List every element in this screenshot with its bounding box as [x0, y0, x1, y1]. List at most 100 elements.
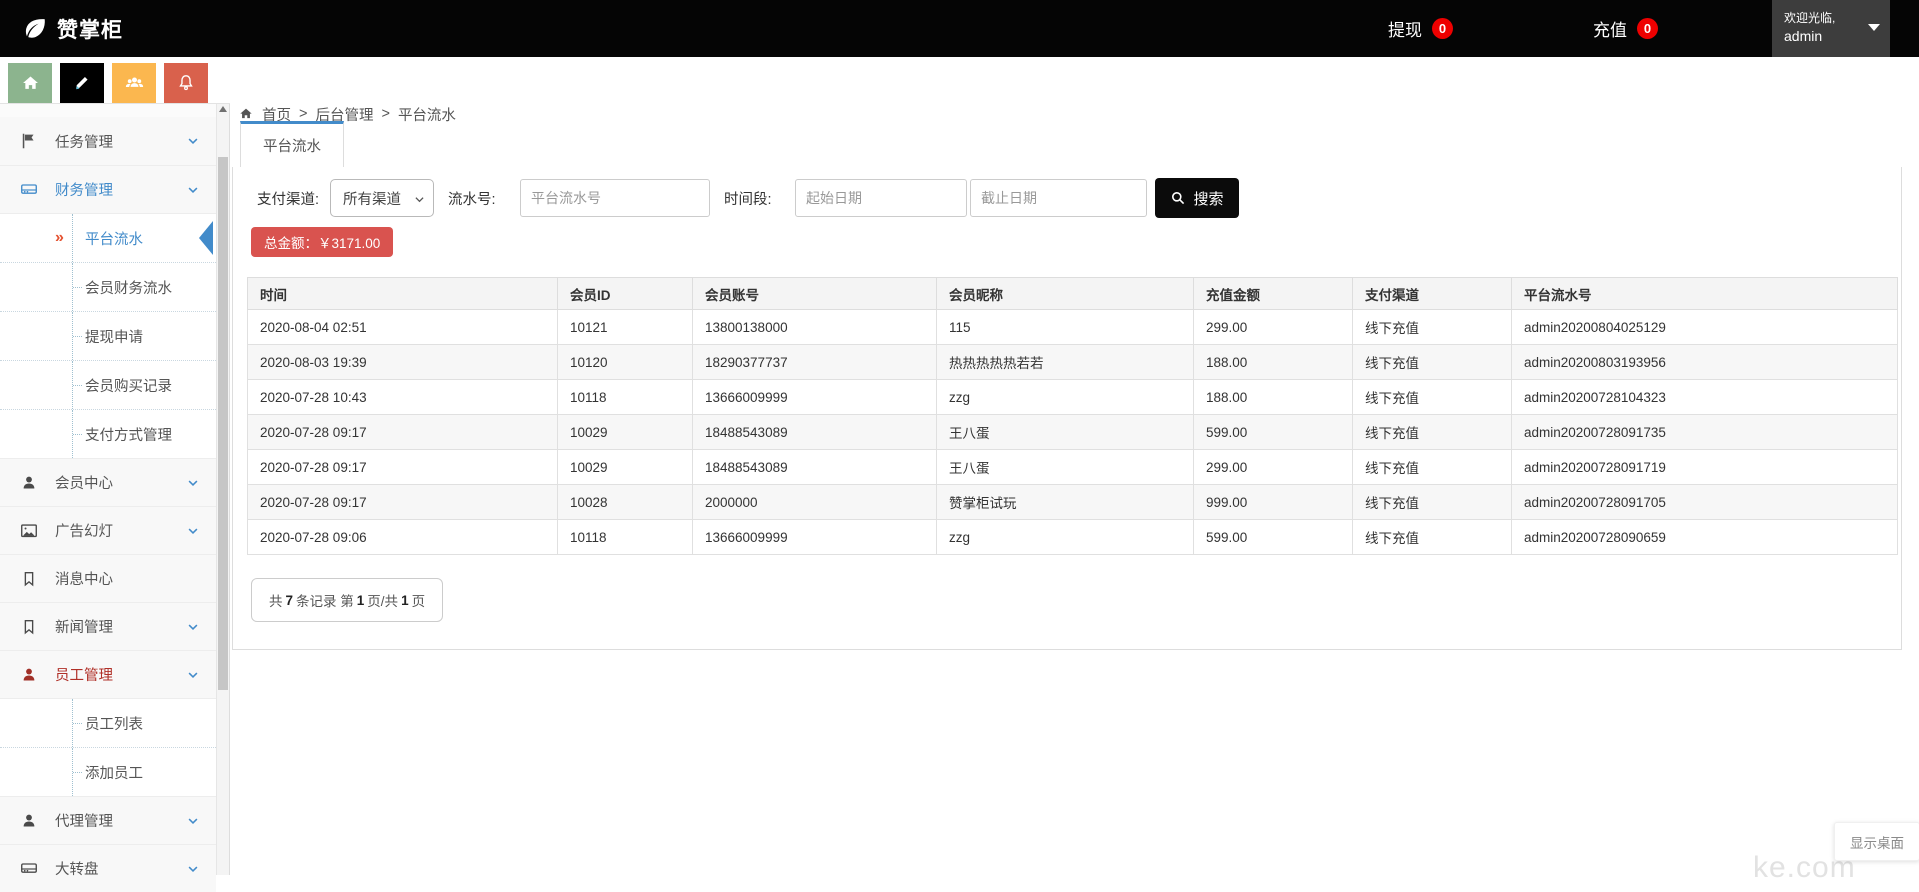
breadcrumb-separator: >: [381, 106, 389, 122]
user-menu[interactable]: 欢迎光临, admin: [1772, 0, 1890, 57]
sidebar-subitem-platform-flow[interactable]: 平台流水: [0, 214, 216, 262]
bell-icon: [175, 72, 197, 94]
breadcrumb-separator: >: [299, 106, 307, 122]
members-button[interactable]: [112, 63, 156, 103]
table-cell: 599.00: [1194, 520, 1353, 555]
bookmark-icon: [18, 616, 40, 638]
table-cell: 线下充值: [1353, 310, 1512, 345]
sidebar-item-label: 任务管理: [55, 131, 113, 152]
tab-platform-flow[interactable]: 平台流水: [240, 121, 344, 167]
table-header-row: 时间 会员ID 会员账号 会员昵称 充值金额 支付渠道 平台流水号: [248, 278, 1898, 310]
notifications-button[interactable]: [164, 63, 208, 103]
period-filter-label: 时间段:: [724, 179, 772, 217]
hdd-icon: [18, 858, 40, 880]
table-row: 2020-07-28 09:061011813666009999zzg599.0…: [248, 520, 1898, 555]
chevron-down-icon: [413, 193, 426, 210]
channel-select[interactable]: 所有渠道: [330, 179, 434, 217]
col-member-id: 会员ID: [558, 278, 693, 310]
sidebar-item-finance-mgmt[interactable]: 财务管理: [0, 165, 216, 213]
sidebar-item-member-center[interactable]: 会员中心: [0, 458, 216, 506]
table-row: 2020-08-04 02:511012113800138000115299.0…: [248, 310, 1898, 345]
home-icon: [20, 73, 41, 94]
recharge-label: 充值: [1593, 16, 1627, 41]
table-row: 2020-07-28 09:171002918488543089王八蛋299.0…: [248, 450, 1898, 485]
table-body: 2020-08-04 02:511012113800138000115299.0…: [248, 310, 1898, 555]
hdd-icon: [18, 179, 40, 201]
sidebar-subitem-withdraw-request[interactable]: 提现申请: [0, 311, 216, 360]
scroll-up-button[interactable]: [216, 106, 230, 118]
table-cell: 188.00: [1194, 380, 1353, 415]
table-cell: 10120: [558, 345, 693, 380]
col-platform-serial: 平台流水号: [1512, 278, 1898, 310]
table-cell: 线下充值: [1353, 415, 1512, 450]
scrollbar-thumb[interactable]: [218, 157, 228, 690]
table-cell: 188.00: [1194, 345, 1353, 380]
table-cell: 赞掌柜试玩: [937, 485, 1194, 520]
search-button-label: 搜索: [1193, 188, 1223, 209]
table-cell: admin20200728104323: [1512, 380, 1898, 415]
table-cell: 18488543089: [693, 450, 937, 485]
table-cell: 13666009999: [693, 520, 937, 555]
sidebar-item-big-wheel[interactable]: 大转盘: [0, 844, 216, 892]
sidebar-subitem-member-finance-flow[interactable]: 会员财务流水: [0, 262, 216, 311]
channel-select-value: 所有渠道: [343, 188, 401, 209]
table-cell: 18488543089: [693, 415, 937, 450]
chevron-down-icon: [186, 668, 200, 687]
table-cell: 线下充值: [1353, 380, 1512, 415]
sidebar-subitem-label: 支付方式管理: [85, 424, 172, 445]
sidebar: 任务管理 财务管理 平台流水 会员财务流水 提现申请: [0, 104, 216, 875]
sidebar-subitem-label: 会员财务流水: [85, 277, 172, 298]
table-row: 2020-07-28 09:171002918488543089王八蛋599.0…: [248, 415, 1898, 450]
sidebar-item-staff-mgmt[interactable]: 员工管理: [0, 650, 216, 698]
col-member-nickname: 会员昵称: [937, 278, 1194, 310]
withdraw-label: 提现: [1388, 16, 1422, 41]
table-cell: 18290377737: [693, 345, 937, 380]
sidebar-item-label: 大转盘: [55, 858, 99, 879]
flow-table: 时间 会员ID 会员账号 会员昵称 充值金额 支付渠道 平台流水号 2020-0…: [247, 277, 1898, 555]
pagination-current-page: 1: [357, 593, 365, 608]
chevron-down-icon: [186, 814, 200, 833]
table-cell: 2020-07-28 09:17: [248, 415, 558, 450]
table-cell: 10118: [558, 380, 693, 415]
table-cell: admin20200728091735: [1512, 415, 1898, 450]
home-button[interactable]: [8, 63, 52, 103]
user-icon: [18, 472, 40, 494]
search-button[interactable]: 搜索: [1155, 178, 1239, 218]
table-cell: 13800138000: [693, 310, 937, 345]
serial-filter-label: 流水号:: [448, 179, 496, 217]
topbar-recharge-link[interactable]: 充值 0: [1593, 0, 1658, 57]
sidebar-item-agent-mgmt[interactable]: 代理管理: [0, 796, 216, 844]
sidebar-subitem-payment-method-mgmt[interactable]: 支付方式管理: [0, 409, 216, 458]
table-cell: 线下充值: [1353, 520, 1512, 555]
table-cell: 热热热热热若若: [937, 345, 1194, 380]
show-desktop-tooltip: 显示桌面: [1834, 822, 1919, 861]
serial-input[interactable]: [520, 179, 710, 217]
chevron-down-icon: [186, 620, 200, 639]
sidebar-item-message-center[interactable]: 消息中心: [0, 554, 216, 602]
sidebar-subitem-staff-add[interactable]: 添加员工: [0, 747, 216, 796]
topbar-withdraw-link[interactable]: 提现 0: [1388, 0, 1453, 57]
start-date-input[interactable]: [795, 179, 967, 217]
table-cell: 线下充值: [1353, 450, 1512, 485]
table-cell: 2020-08-04 02:51: [248, 310, 558, 345]
sidebar-item-task-mgmt[interactable]: 任务管理: [0, 117, 216, 165]
sidebar-subitem-staff-list[interactable]: 员工列表: [0, 699, 216, 747]
col-recharge-amount: 充值金额: [1194, 278, 1353, 310]
home-icon: [238, 106, 254, 122]
end-date-input[interactable]: [970, 179, 1147, 217]
edit-button[interactable]: [60, 63, 104, 103]
sidebar-subitem-member-purchase-records[interactable]: 会员购买记录: [0, 360, 216, 409]
sidebar-item-label: 代理管理: [55, 810, 113, 831]
sidebar-item-ad-slides[interactable]: 广告幻灯: [0, 506, 216, 554]
quick-icon-bar: [0, 57, 230, 104]
table-cell: admin20200728090659: [1512, 520, 1898, 555]
table-cell: admin20200728091719: [1512, 450, 1898, 485]
sidebar-subitem-label: 提现申请: [85, 326, 143, 347]
sidebar-subitem-label: 会员购买记录: [85, 375, 172, 396]
chevron-down-icon: [186, 134, 200, 153]
table-cell: 10121: [558, 310, 693, 345]
pagination-text: 页: [412, 590, 426, 610]
table-cell: 线下充值: [1353, 345, 1512, 380]
sidebar-item-news-mgmt[interactable]: 新闻管理: [0, 602, 216, 650]
brand[interactable]: 赞掌柜: [22, 0, 123, 57]
